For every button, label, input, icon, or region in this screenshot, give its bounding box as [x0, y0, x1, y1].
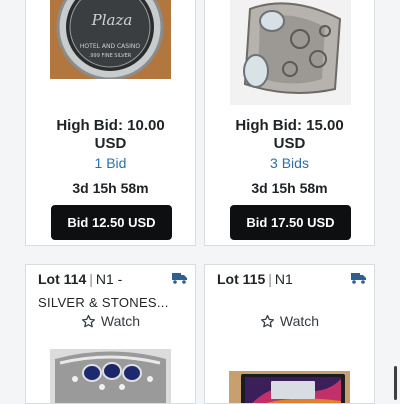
bid-button[interactable]: Bid 12.50 USD	[51, 205, 172, 240]
svg-text:.999 FINE SILVER: .999 FINE SILVER	[89, 53, 132, 59]
watch-label: Watch	[279, 313, 320, 329]
lot-image[interactable]	[229, 371, 350, 403]
lot-image[interactable]	[50, 349, 171, 403]
time-left: 3d 15h 58m	[251, 180, 328, 196]
currency-label: USD	[273, 135, 306, 152]
truck-icon	[172, 273, 187, 284]
lot-category: N1 -	[95, 271, 123, 287]
watch-label: Watch	[100, 313, 141, 329]
separator: |	[89, 271, 93, 287]
lot-card[interactable]: Plaza HOTEL AND CASINO .999 FINE SILVER …	[25, 0, 196, 246]
lot-card[interactable]: Lot 114 | N1 - SILVER & STONES... Watch	[25, 264, 196, 404]
bid-button[interactable]: Bid 17.50 USD	[230, 205, 351, 240]
lot-number: Lot 114	[38, 271, 87, 287]
silver-ring-image	[230, 0, 351, 105]
sapphire-ring-image	[50, 349, 171, 403]
high-bid-label: High Bid: 15.00	[235, 117, 344, 134]
lot-title[interactable]: SILVER & STONES...	[38, 294, 185, 312]
currency-label: USD	[94, 135, 127, 152]
lot-card[interactable]: Lot 115 | N1 Watch	[204, 264, 375, 404]
lot-image[interactable]: Plaza HOTEL AND CASINO .999 FINE SILVER	[50, 0, 171, 79]
lot-number: Lot 115	[217, 271, 266, 287]
coin-token-image: Plaza HOTEL AND CASINO .999 FINE SILVER	[50, 0, 171, 79]
svg-text:Plaza: Plaza	[91, 11, 133, 29]
separator: |	[268, 271, 272, 287]
watch-button[interactable]: Watch	[205, 313, 374, 329]
bid-count-link[interactable]: 3 Bids	[205, 155, 374, 171]
svg-text:HOTEL AND CASINO: HOTEL AND CASINO	[80, 43, 140, 50]
watch-button[interactable]: Watch	[26, 313, 195, 329]
laptop-image	[229, 371, 350, 403]
bid-count-link[interactable]: 1 Bid	[26, 155, 195, 171]
lot-image[interactable]	[230, 0, 351, 105]
time-left: 3d 15h 58m	[72, 180, 149, 196]
scrollbar[interactable]	[394, 366, 397, 400]
star-icon	[260, 314, 274, 327]
star-icon	[81, 314, 95, 327]
lot-category: N1	[274, 271, 293, 287]
truck-icon	[351, 273, 366, 284]
high-bid-label: High Bid: 10.00	[56, 117, 165, 134]
lot-header[interactable]: Lot 114 | N1 - SILVER & STONES...	[38, 270, 185, 312]
lot-card[interactable]: High Bid: 15.00 USD 3 Bids 3d 15h 58m Bi…	[204, 0, 375, 246]
lot-header[interactable]: Lot 115 | N1	[217, 270, 364, 294]
